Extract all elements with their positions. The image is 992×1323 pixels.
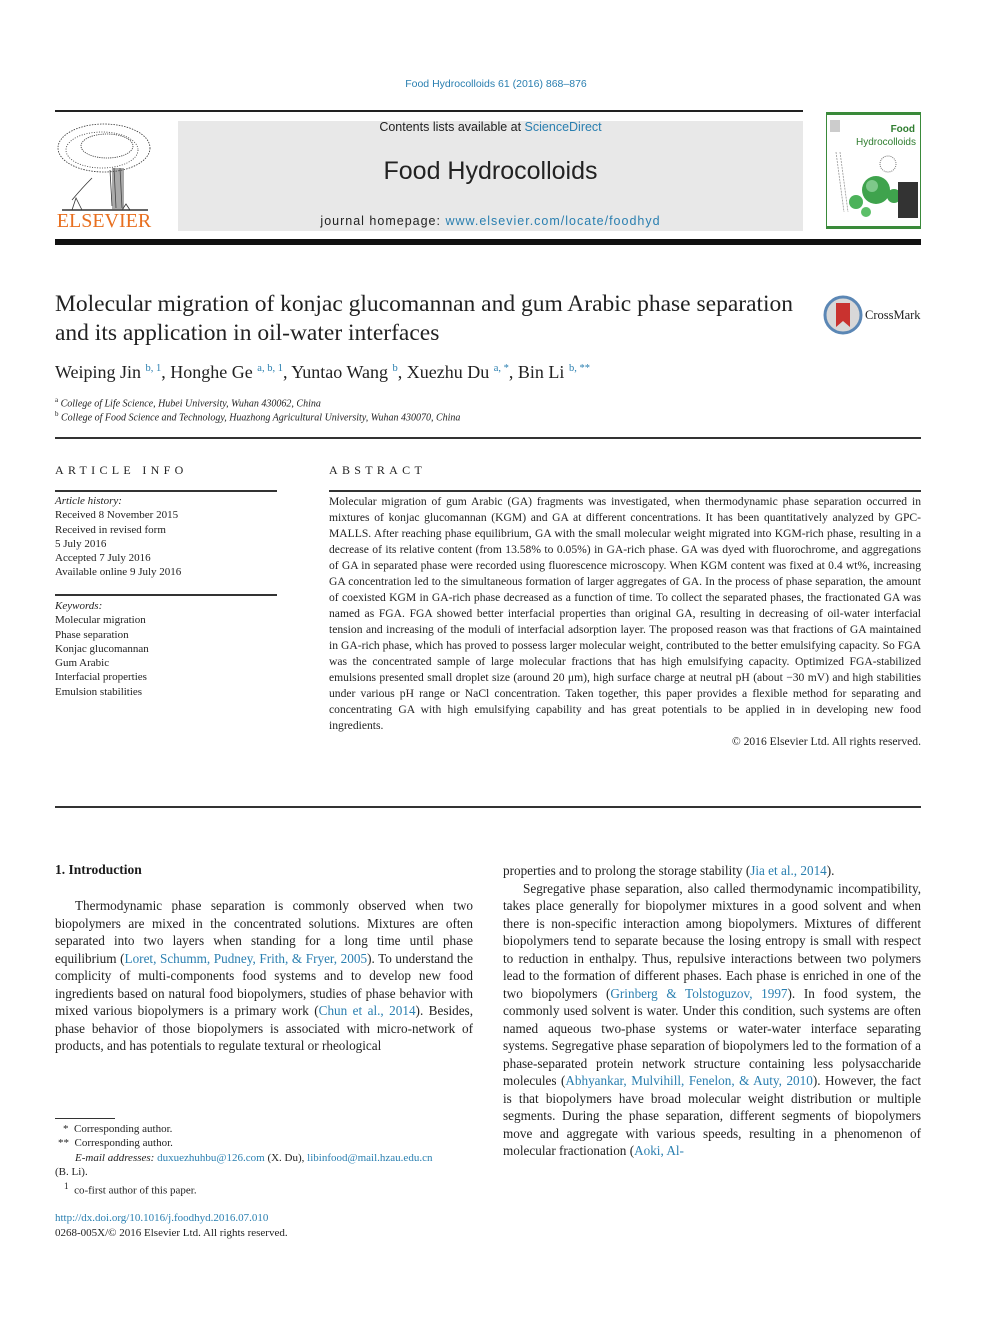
intro-paragraph: properties and to prolong the storage st…: [503, 862, 921, 880]
affiliation-key: b: [55, 410, 59, 418]
header-thick-rule: [55, 239, 921, 245]
affiliation-rule: [55, 437, 921, 439]
article-info-heading: ARTICLE INFO: [55, 463, 188, 477]
header-top-rule: [55, 110, 803, 112]
homepage-prefix: journal homepage:: [320, 214, 446, 228]
journal-cover-icon: Food Hydrocolloids: [825, 111, 922, 230]
reference-link[interactable]: Grinberg & Tolstoguzov, 1997: [610, 986, 787, 1001]
reference-link[interactable]: Jia et al., 2014: [750, 863, 827, 878]
author-name[interactable]: Yuntao Wang: [291, 362, 388, 382]
cover-title-line1: Food: [891, 124, 915, 135]
sciencedirect-link[interactable]: ScienceDirect: [525, 120, 602, 134]
abstract-heading: ABSTRACT: [329, 463, 427, 477]
affiliation-b: b College of Food Science and Technology…: [55, 410, 460, 423]
email-label: E-mail addresses:: [75, 1151, 155, 1164]
intro-paragraph: Thermodynamic phase separation is common…: [55, 897, 473, 1055]
article-history: Article history: Received 8 November 201…: [55, 494, 277, 580]
abstract-text: Molecular migration of gum Arabic (GA) f…: [329, 495, 921, 732]
journal-title: Food Hydrocolloids: [383, 157, 598, 185]
journal-cover-image: Food Hydrocolloids: [825, 111, 922, 230]
intro-text: ).: [826, 863, 835, 878]
footnote-corresponding-2: ** Corresponding author.: [55, 1136, 475, 1150]
abstract-bottom-rule: [55, 806, 921, 808]
history-item: Accepted 7 July 2016: [55, 552, 151, 565]
reference-link[interactable]: Chun et al., 2014: [319, 1003, 416, 1018]
author-affil-sup[interactable]: b: [393, 363, 398, 374]
keyword: Emulsion stabilities: [55, 685, 143, 698]
crossmark-button[interactable]: CrossMark: [823, 295, 933, 337]
journal-homepage-link[interactable]: www.elsevier.com/locate/foodhyd: [445, 214, 660, 228]
keyword: Phase separation: [55, 628, 129, 641]
reference-link[interactable]: Loret, Schumm, Pudney, Frith, & Fryer, 2…: [125, 951, 368, 966]
history-item: Received in revised form: [55, 523, 166, 536]
email-owner: (X. Du),: [264, 1151, 308, 1164]
reference-link[interactable]: Aoki, Al-: [634, 1143, 684, 1158]
cover-title-line2: Hydrocolloids: [856, 137, 916, 148]
author-name[interactable]: Weiping Jin: [55, 362, 141, 382]
footnote-mark: *: [63, 1123, 69, 1135]
intro-paragraph: Segregative phase separation, also calle…: [503, 880, 921, 1160]
affiliation-a: a College of Life Science, Hubei Univers…: [55, 396, 321, 409]
footnote-cofirst: 1 co-first author of this paper.: [55, 1179, 475, 1198]
intro-right-column: properties and to prolong the storage st…: [503, 862, 921, 1160]
footnote-text: Corresponding author.: [74, 1123, 173, 1135]
footnote-rule: [55, 1118, 115, 1119]
footnote-text: co-first author of this paper.: [74, 1184, 197, 1197]
author-name[interactable]: Honghe Ge: [170, 362, 252, 382]
keywords-label: Keywords:: [55, 600, 103, 612]
author-list: Weiping Jin b, 1, Honghe Ge a, b, 1, Yun…: [55, 362, 590, 382]
affiliation-key: a: [55, 396, 59, 404]
keyword: Interfacial properties: [55, 671, 147, 684]
journal-citation[interactable]: Food Hydrocolloids 61 (2016) 868–876: [0, 78, 992, 90]
crossmark-label: CrossMark: [865, 308, 921, 322]
affiliation-text: College of Food Science and Technology, …: [61, 412, 461, 424]
author-name[interactable]: Xuezhu Du: [407, 362, 489, 382]
contents-line: Contents lists available at ScienceDirec…: [178, 120, 803, 134]
article-info-rule: [55, 490, 277, 492]
author-affil-sup[interactable]: a, b, 1: [257, 363, 283, 374]
section-heading-introduction: 1. Introduction: [55, 862, 142, 877]
keyword: Molecular migration: [55, 614, 146, 627]
history-label: Article history:: [55, 495, 122, 507]
intro-text: properties and to prolong the storage st…: [503, 863, 751, 878]
article-title: Molecular migration of konjac glucomanna…: [55, 291, 794, 346]
intro-left-column: Thermodynamic phase separation is common…: [55, 897, 473, 1055]
history-item: Available online 9 July 2016: [55, 566, 182, 579]
crossmark-icon: [823, 295, 863, 335]
elsevier-wordmark: ELSEVIER: [56, 210, 152, 232]
contents-prefix: Contents lists available at: [379, 120, 525, 134]
footnote-emails: E-mail addresses: duxuezhuhbu@126.com (X…: [55, 1151, 475, 1165]
author-affil-sup[interactable]: a, *: [494, 363, 509, 374]
footnotes: * Corresponding author. ** Corresponding…: [55, 1122, 475, 1198]
intro-text: Segregative phase separation, also calle…: [503, 880, 921, 1001]
footnote-text: Corresponding author.: [74, 1137, 173, 1150]
keyword: Gum Arabic: [55, 657, 110, 670]
reference-link[interactable]: Abhyankar, Mulvihill, Fenelon, & Auty, 2…: [565, 1073, 812, 1088]
author-affil-sup[interactable]: b, 1: [146, 363, 162, 374]
homepage-line: journal homepage: www.elsevier.com/locat…: [178, 214, 803, 228]
doi-block: http://dx.doi.org/10.1016/j.foodhyd.2016…: [55, 1211, 288, 1241]
footnote-mark: **: [58, 1137, 69, 1150]
author-affil-sup[interactable]: b, **: [569, 363, 590, 374]
history-item: 5 July 2016: [55, 537, 107, 550]
abstract-rule: [329, 490, 921, 492]
email-owner: (B. Li).: [55, 1165, 88, 1178]
abstract-copyright: © 2016 Elsevier Ltd. All rights reserved…: [731, 735, 921, 748]
keywords-rule: [55, 594, 277, 596]
history-item: Received 8 November 2015: [55, 509, 179, 522]
keyword: Konjac glucomannan: [55, 642, 149, 655]
issn-copyright: 0268-005X/© 2016 Elsevier Ltd. All right…: [55, 1227, 288, 1239]
email-link[interactable]: duxuezhuhbu@126.com: [157, 1152, 265, 1164]
doi-link[interactable]: http://dx.doi.org/10.1016/j.foodhyd.2016…: [55, 1212, 268, 1224]
abstract-body: Molecular migration of gum Arabic (GA) f…: [329, 494, 921, 750]
email-link[interactable]: libinfood@mail.hzau.edu.cn: [307, 1152, 432, 1164]
affiliation-text: College of Life Science, Hubei Universit…: [60, 398, 321, 410]
footnote-mark: 1: [64, 1181, 69, 1192]
author-name[interactable]: Bin Li: [518, 362, 565, 382]
footnote-corresponding-1: * Corresponding author.: [55, 1122, 475, 1136]
keywords-list: Keywords: Molecular migration Phase sepa…: [55, 599, 277, 699]
